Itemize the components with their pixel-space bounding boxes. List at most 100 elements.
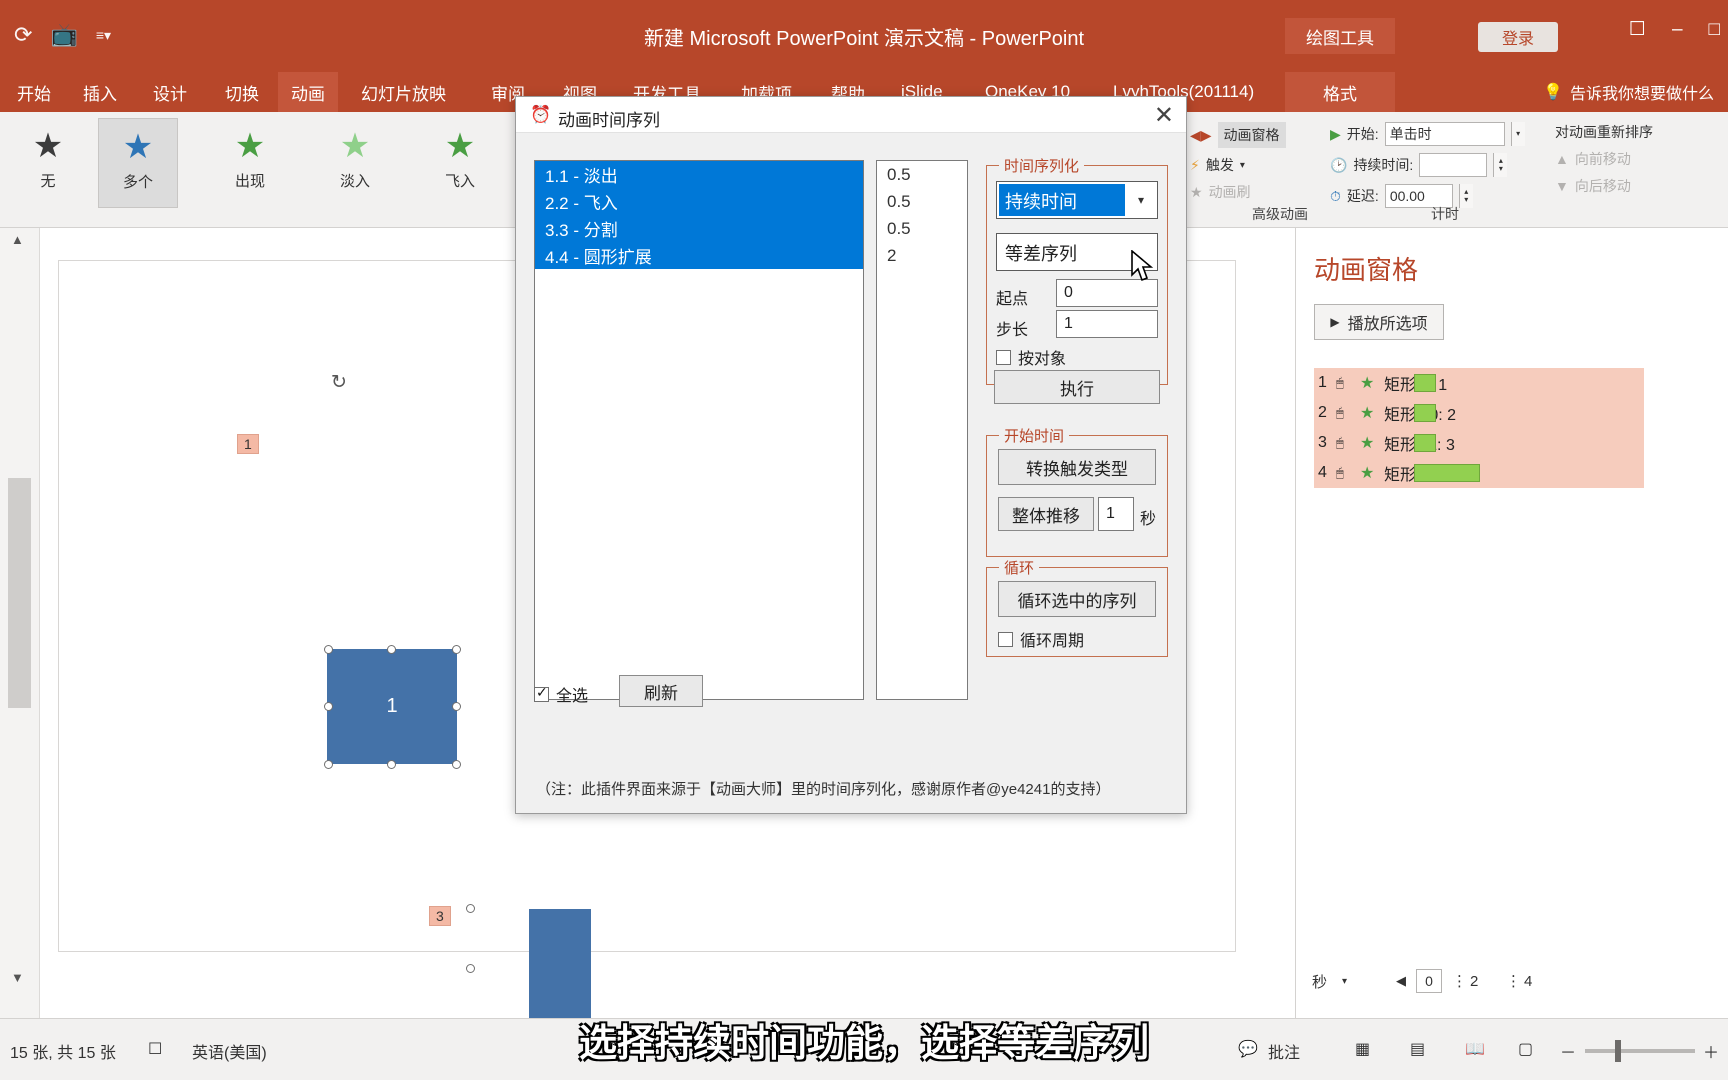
animation-pane-button[interactable]: 动画窗格 <box>1217 122 1286 148</box>
shape-1-label: 1 <box>386 695 398 717</box>
resize-handle-ml[interactable] <box>324 702 333 711</box>
list-item[interactable]: 2.2 - 飞入 <box>535 188 863 215</box>
move-later-button[interactable]: 向后移动 <box>1575 176 1631 196</box>
thumbnail-scroll-down-icon[interactable]: ▼ <box>11 970 24 985</box>
tab-format[interactable]: 格式 <box>1285 72 1395 112</box>
resize-handle-mr[interactable] <box>452 702 461 711</box>
thumbnail-scroll-up-icon[interactable]: ▲ <box>11 232 24 247</box>
animation-row-4[interactable]: 4 🖱 ★ 矩形 12: 4 <box>1296 458 1728 488</box>
animation-time-sequence-dialog: ⏰ 动画时间序列 ✕ 1.1 - 淡出 2.2 - 飞入 3.3 - 分割 4.… <box>515 96 1187 814</box>
effect-star-icon: ★ <box>1360 465 1375 482</box>
close-icon[interactable]: ✕ <box>1154 101 1174 130</box>
animation-pane: 动画窗格 ▶ 播放所选项 1 🖱 ★ 矩形 1: 1 2 🖱 ★ 矩形 10: … <box>1295 228 1728 1018</box>
shift-all-button[interactable]: 整体推移 <box>998 497 1094 531</box>
rotate-handle-shape1[interactable]: ↻ <box>331 371 347 394</box>
tell-me-box[interactable]: 💡 告诉我你想要做什么 <box>1543 72 1714 112</box>
resize-handle-br[interactable] <box>452 760 461 769</box>
step-input[interactable]: 1 <box>1056 310 1158 338</box>
timeline-scroll-left-icon[interactable]: ◀ <box>1396 973 1406 989</box>
animation-none[interactable]: ★ 无 <box>8 118 88 208</box>
refresh-button[interactable]: 刷新 <box>619 675 703 707</box>
convert-trigger-button[interactable]: 转换触发类型 <box>998 449 1156 485</box>
chevron-down-icon[interactable]: ▾ <box>1127 184 1155 216</box>
sign-in-button[interactable]: 登录 <box>1478 22 1558 52</box>
animation-painter-icon: ★ <box>1190 183 1203 200</box>
shift-unit-label: 秒 <box>1140 511 1157 528</box>
start-select[interactable]: 单击时 <box>1384 122 1505 146</box>
execute-button[interactable]: 执行 <box>994 370 1160 404</box>
ribbon-display-options-icon[interactable]: ☐ <box>1629 18 1646 41</box>
tell-me-label: 告诉我你想要做什么 <box>1569 86 1714 103</box>
resize-handle-tr[interactable] <box>452 645 461 654</box>
shift-value-input[interactable]: 1 <box>1098 497 1134 531</box>
list-item[interactable]: 3.3 - 分割 <box>535 215 863 242</box>
animation-painter-button[interactable]: 动画刷 <box>1209 182 1251 202</box>
effect-star-icon: ★ <box>1360 405 1375 422</box>
checkbox-box <box>996 349 1011 365</box>
restore-icon[interactable]: □ <box>1709 19 1720 41</box>
minimize-icon[interactable]: – <box>1672 19 1683 41</box>
trigger-button[interactable]: 触发 <box>1206 155 1234 175</box>
tab-design[interactable]: 设计 <box>140 72 200 112</box>
star-multiple-icon: ★ <box>122 128 154 166</box>
property-combo[interactable]: 持续时间 ▾ <box>996 181 1158 219</box>
by-object-checkbox[interactable]: 按对象 <box>996 345 1066 369</box>
shape3-handle-tl[interactable] <box>466 904 475 913</box>
duration-input[interactable] <box>1419 153 1488 177</box>
duration-spinner[interactable]: ▴ ▾ <box>1493 153 1508 177</box>
animation-fadein[interactable]: ★ 淡入 <box>315 118 395 208</box>
step-label: 步长 <box>996 322 1029 339</box>
tab-animation[interactable]: 动画 <box>278 72 338 112</box>
loop-period-checkbox[interactable]: 循环周期 <box>998 627 1084 651</box>
animation-row-3[interactable]: 3 🖱 ★ 矩形 11: 3 <box>1296 428 1728 458</box>
animation-pane-title: 动画窗格 <box>1314 255 1419 285</box>
list-item[interactable]: 4.4 - 圆形扩展 <box>535 242 863 269</box>
select-all-label: 全选 <box>556 688 589 705</box>
tab-transition[interactable]: 切换 <box>212 72 272 112</box>
loop-selected-button[interactable]: 循环选中的序列 <box>998 581 1156 617</box>
value-list[interactable]: 0.5 0.5 0.5 2 <box>876 160 968 700</box>
animation-tag-1[interactable]: 1 <box>237 434 259 454</box>
row-3-index: 3 <box>1318 434 1327 451</box>
resize-handle-bl[interactable] <box>324 760 333 769</box>
animation-flyin[interactable]: ★ 飞入 <box>420 118 500 208</box>
chevron-down-icon[interactable]: ▾ <box>1240 160 1245 171</box>
animation-multiple[interactable]: ★ 多个 <box>98 118 178 208</box>
list-item[interactable]: 1.1 - 淡出 <box>535 161 863 188</box>
row-3-duration-bar[interactable] <box>1414 434 1436 452</box>
start-icon: ▶ <box>1330 125 1341 142</box>
shape3-handle-ml[interactable] <box>466 964 475 973</box>
start-chevron-icon[interactable]: ▾ <box>1510 122 1525 146</box>
trigger-icon: ⚡ <box>1190 156 1200 173</box>
animation-tag-3[interactable]: 3 <box>429 906 451 926</box>
select-all-checkbox[interactable]: 全选 <box>534 682 588 706</box>
resize-handle-tl[interactable] <box>324 645 333 654</box>
effect-list[interactable]: 1.1 - 淡出 2.2 - 飞入 3.3 - 分割 4.4 - 圆形扩展 <box>534 160 864 700</box>
play-selected-button[interactable]: ▶ 播放所选项 <box>1314 304 1444 340</box>
timing-group: ▶ 开始: 单击时 ▾ 🕑 持续时间: ▴ ▾ ⏱ 延迟: 00.00 ▴ ▾ 计时 <box>1330 118 1560 222</box>
resize-handle-bm[interactable] <box>387 760 396 769</box>
animation-flyin-label: 飞入 <box>444 173 475 190</box>
thumbnail-scrollbar[interactable] <box>8 478 31 708</box>
row-2-duration-bar[interactable] <box>1414 404 1436 422</box>
slide-thumbnail-pane[interactable]: ▲ ▼ <box>0 228 40 1018</box>
reorder-title: 对动画重新排序 <box>1555 124 1653 140</box>
resize-handle-tm[interactable] <box>387 645 396 654</box>
tab-insert[interactable]: 插入 <box>70 72 130 112</box>
reorder-group: 对动画重新排序 ▲ 向前移动 ▼ 向后移动 <box>1555 118 1725 203</box>
timeline-unit-chevron-icon[interactable]: ▾ <box>1342 976 1347 987</box>
animation-row-2[interactable]: 2 🖱 ★ 矩形 10: 2 <box>1296 398 1728 428</box>
shape-rectangle-3[interactable] <box>529 909 591 1029</box>
property-combo-value: 持续时间 <box>1005 192 1077 212</box>
tab-slideshow[interactable]: 幻灯片放映 <box>348 72 459 112</box>
start-label: 开始: <box>1346 126 1379 142</box>
row-1-duration-bar[interactable] <box>1414 374 1436 392</box>
row-4-duration-bar[interactable] <box>1414 464 1480 482</box>
animation-appear[interactable]: ★ 出现 <box>210 118 290 208</box>
tab-start[interactable]: 开始 <box>4 72 64 112</box>
animation-row-1[interactable]: 1 🖱 ★ 矩形 1: 1 <box>1296 368 1728 398</box>
shape-rectangle-1[interactable]: 1 <box>327 649 457 764</box>
move-earlier-button[interactable]: 向前移动 <box>1575 149 1631 169</box>
mouse-click-icon: 🖱 <box>1336 435 1344 450</box>
animation-timeline: 秒 ▾ ◀ 0 ⋮ 2 ⋮ 4 <box>1296 964 1728 998</box>
